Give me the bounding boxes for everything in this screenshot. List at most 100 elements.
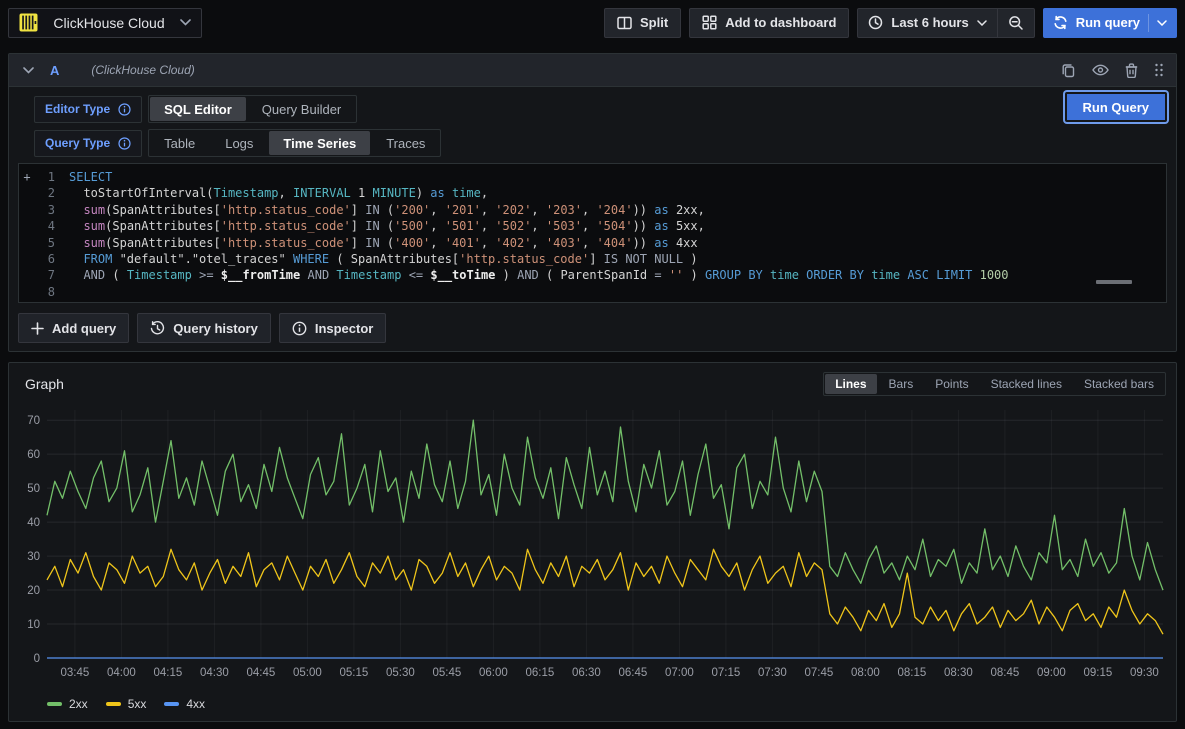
graph-style-options: Lines Bars Points Stacked lines Stacked … xyxy=(823,372,1166,396)
editor-type-label-chip: Editor Type xyxy=(34,96,142,123)
sql-line: 8 xyxy=(19,284,1166,300)
zoom-out-icon xyxy=(1008,15,1024,31)
split-icon xyxy=(617,16,632,30)
sql-code-editor[interactable]: +1SELECT2 toStartOfInterval(Timestamp, I… xyxy=(18,163,1167,303)
graph-style-stacked-bars[interactable]: Stacked bars xyxy=(1074,374,1164,394)
legend-swatch xyxy=(106,702,121,706)
x-tick-label: 05:45 xyxy=(433,667,462,679)
sql-line: +1SELECT xyxy=(19,169,1166,185)
query-type-table[interactable]: Table xyxy=(150,131,209,155)
time-series-chart[interactable]: 01020304050607003:4504:0004:1504:3004:45… xyxy=(17,402,1168,690)
gutter-plus-icon xyxy=(19,185,35,201)
gutter-plus-icon xyxy=(19,284,35,300)
y-tick-label: 0 xyxy=(34,653,40,665)
y-tick-label: 30 xyxy=(27,551,40,563)
split-button[interactable]: Split xyxy=(604,8,681,38)
run-query-topbar-button[interactable]: Run query xyxy=(1043,8,1177,38)
editor-horizontal-scrollbar[interactable] xyxy=(1096,280,1132,284)
add-query-button[interactable]: Add query xyxy=(18,313,129,343)
sql-line-content: sum(SpanAttributes['http.status_code'] I… xyxy=(69,202,705,218)
top-bar: ClickHouse Cloud Split Add to dashboard … xyxy=(0,0,1185,45)
query-editor-panel: A (ClickHouse Cloud) Editor Type xyxy=(8,53,1177,352)
x-tick-label: 04:45 xyxy=(247,667,276,679)
x-tick-label: 08:45 xyxy=(991,667,1020,679)
time-range-button[interactable]: Last 6 hours xyxy=(858,9,996,37)
x-tick-label: 09:00 xyxy=(1037,667,1066,679)
add-to-dashboard-label: Add to dashboard xyxy=(725,15,836,30)
sql-line-content: AND ( Timestamp >= $__fromTime AND Times… xyxy=(69,267,1009,283)
editor-type-row: Editor Type SQL Editor Query Builder xyxy=(34,95,1167,123)
query-datasource-hint: (ClickHouse Cloud) xyxy=(91,63,194,77)
delete-query-button[interactable] xyxy=(1125,63,1138,78)
sql-line: 6 FROM "default"."otel_traces" WHERE ( S… xyxy=(19,251,1166,267)
query-type-time-series[interactable]: Time Series xyxy=(269,131,370,155)
editor-type-sql-editor[interactable]: SQL Editor xyxy=(150,97,246,121)
split-label: Split xyxy=(640,15,668,30)
gutter-plus-icon xyxy=(19,235,35,251)
topbar-actions: Split Add to dashboard Last 6 hours xyxy=(604,8,1177,38)
inspector-button[interactable]: Inspector xyxy=(279,313,387,343)
x-tick-label: 05:15 xyxy=(340,667,369,679)
graph-style-bars[interactable]: Bars xyxy=(879,374,924,394)
graph-style-stacked-lines[interactable]: Stacked lines xyxy=(981,374,1072,394)
time-picker-group: Last 6 hours xyxy=(857,8,1034,38)
sql-line-content: SELECT xyxy=(69,169,112,185)
x-tick-label: 08:30 xyxy=(944,667,973,679)
query-type-row: Query Type Table Logs Time Series Traces xyxy=(34,129,1167,157)
chart-legend: 2xx 5xx 4xx xyxy=(47,697,1168,711)
sql-line: 3 sum(SpanAttributes['http.status_code']… xyxy=(19,202,1166,218)
x-tick-label: 03:45 xyxy=(61,667,90,679)
history-icon xyxy=(150,321,165,336)
query-row-header[interactable]: A (ClickHouse Cloud) xyxy=(9,54,1176,87)
y-tick-label: 70 xyxy=(27,415,40,427)
collapse-query-button[interactable] xyxy=(21,65,36,76)
query-type-traces[interactable]: Traces xyxy=(372,131,439,155)
x-tick-label: 08:00 xyxy=(851,667,880,679)
clock-icon xyxy=(868,15,883,30)
query-history-button[interactable]: Query history xyxy=(137,313,271,343)
info-icon[interactable] xyxy=(118,137,131,150)
legend-label: 4xx xyxy=(186,697,205,711)
sql-line: 5 sum(SpanAttributes['http.status_code']… xyxy=(19,235,1166,251)
run-query-panel-button[interactable]: Run Query xyxy=(1065,92,1167,122)
plus-icon xyxy=(31,322,44,335)
graph-panel: Graph Lines Bars Points Stacked lines St… xyxy=(8,362,1177,722)
chevron-down-icon xyxy=(977,20,987,26)
sql-line-content: FROM "default"."otel_traces" WHERE ( Spa… xyxy=(69,251,698,267)
sql-line: 4 sum(SpanAttributes['http.status_code']… xyxy=(19,218,1166,234)
x-tick-label: 09:30 xyxy=(1130,667,1159,679)
add-to-dashboard-button[interactable]: Add to dashboard xyxy=(689,8,849,38)
zoom-out-button[interactable] xyxy=(998,9,1034,37)
sql-line-content: sum(SpanAttributes['http.status_code'] I… xyxy=(69,218,705,234)
line-number: 4 xyxy=(35,218,55,234)
x-tick-label: 04:15 xyxy=(154,667,183,679)
graph-style-points[interactable]: Points xyxy=(925,374,978,394)
sql-line-content: toStartOfInterval(Timestamp, INTERVAL 1 … xyxy=(69,185,488,201)
gutter-plus-icon: + xyxy=(19,169,35,185)
x-tick-label: 04:30 xyxy=(200,667,229,679)
line-number: 5 xyxy=(35,235,55,251)
line-number: 7 xyxy=(35,267,55,283)
drag-handle-icon[interactable] xyxy=(1154,63,1164,77)
inspector-label: Inspector xyxy=(315,321,374,336)
info-icon[interactable] xyxy=(118,103,131,116)
x-tick-label: 05:30 xyxy=(386,667,415,679)
query-type-logs[interactable]: Logs xyxy=(211,131,267,155)
graph-style-lines[interactable]: Lines xyxy=(825,374,876,394)
duplicate-query-button[interactable] xyxy=(1061,63,1076,78)
y-tick-label: 40 xyxy=(27,517,40,529)
editor-type-query-builder[interactable]: Query Builder xyxy=(248,97,355,121)
legend-item-2xx[interactable]: 2xx xyxy=(47,697,88,711)
query-type-options: Table Logs Time Series Traces xyxy=(148,129,441,157)
query-type-label-chip: Query Type xyxy=(34,130,142,157)
editor-type-label: Editor Type xyxy=(45,102,110,116)
legend-item-5xx[interactable]: 5xx xyxy=(106,697,147,711)
divider xyxy=(1148,14,1149,32)
editor-type-options: SQL Editor Query Builder xyxy=(148,95,357,123)
query-ref-id[interactable]: A xyxy=(50,63,59,78)
line-number: 3 xyxy=(35,202,55,218)
datasource-picker[interactable]: ClickHouse Cloud xyxy=(8,8,202,38)
legend-item-4xx[interactable]: 4xx xyxy=(164,697,205,711)
legend-label: 5xx xyxy=(128,697,147,711)
hide-query-button[interactable] xyxy=(1092,64,1109,76)
